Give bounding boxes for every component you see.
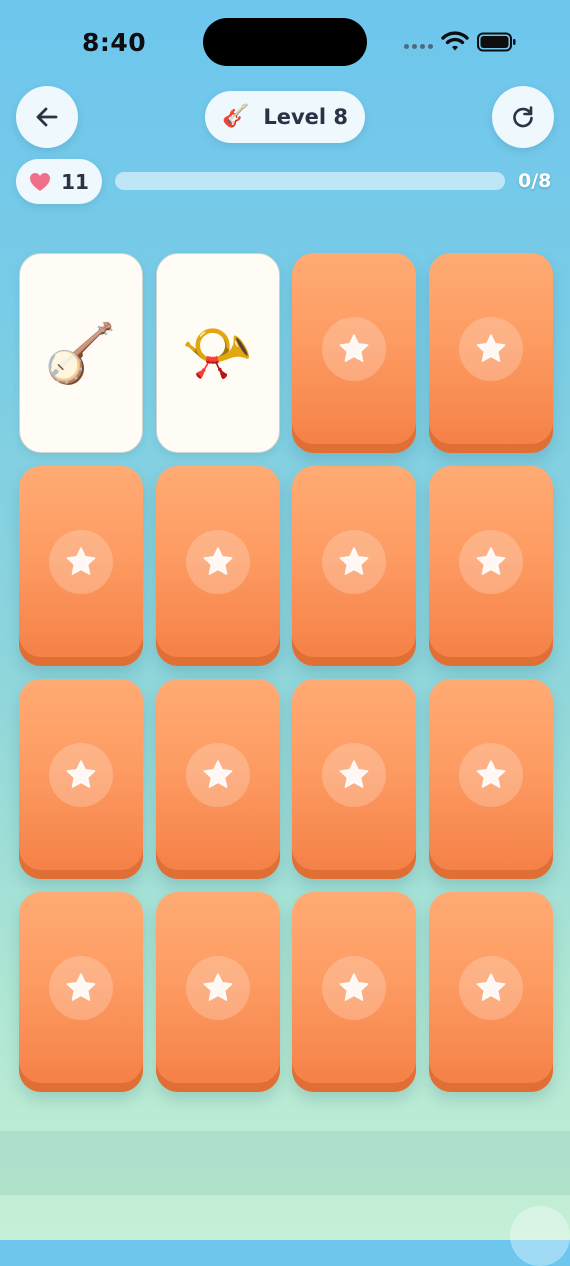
guitar-icon: 🎸: [221, 104, 250, 129]
dynamic-island: [203, 18, 367, 66]
star-icon: [66, 760, 96, 788]
card-back-emblem: [322, 743, 386, 807]
card-face-down[interactable]: [428, 679, 553, 879]
card-back-emblem: [49, 743, 113, 807]
card-back-emblem: [458, 530, 523, 594]
card-back-emblem: [49, 530, 113, 594]
star-icon: [339, 547, 369, 575]
card-face-down[interactable]: [292, 892, 416, 1092]
star-icon: [476, 547, 505, 575]
card-back-emblem: [49, 956, 113, 1020]
card-face-down[interactable]: [19, 466, 143, 666]
lives-counter: 11: [16, 159, 102, 204]
card-face-down[interactable]: [428, 466, 553, 666]
card-back-emblem: [322, 317, 386, 381]
card-face-down[interactable]: [428, 253, 553, 453]
level-indicator: 🎸 Level 8: [205, 91, 365, 143]
card-back-emblem: [185, 743, 250, 807]
card-face-up-postal-horn[interactable]: 📯: [155, 253, 280, 453]
star-icon: [339, 334, 369, 362]
card-face-down[interactable]: [19, 679, 143, 879]
card-face-down[interactable]: [292, 253, 416, 453]
card-back-emblem: [322, 530, 386, 594]
status-time: 8:40: [82, 28, 147, 57]
card-back-emblem: [322, 956, 386, 1020]
card-back-emblem: [458, 317, 523, 381]
star-icon: [66, 973, 96, 1001]
status-bar: 8:40: [0, 0, 570, 80]
card-face-down[interactable]: [155, 679, 280, 879]
star-icon: [476, 334, 505, 362]
card-back-emblem: [458, 956, 523, 1020]
star-icon: [476, 760, 505, 788]
match-progress-bar: [115, 172, 505, 190]
star-icon: [339, 973, 369, 1001]
star-icon: [203, 547, 232, 575]
restart-button[interactable]: [492, 86, 554, 148]
level-label: Level 8: [263, 105, 349, 129]
match-progress-text: 0/8: [518, 170, 552, 192]
card-face-down[interactable]: [292, 679, 416, 879]
back-button[interactable]: [16, 86, 78, 148]
card-face-up-banjo[interactable]: 🪕: [19, 253, 143, 453]
card-back-emblem: [185, 530, 250, 594]
battery-icon: [477, 32, 516, 52]
heart-icon: [30, 172, 51, 191]
card-face-down[interactable]: [19, 892, 143, 1092]
star-icon: [339, 760, 369, 788]
bottom-panel: [0, 1131, 570, 1195]
star-icon: [203, 973, 232, 1001]
card-face-down[interactable]: [428, 892, 553, 1092]
card-face-down[interactable]: [155, 892, 280, 1092]
refresh-icon: [513, 106, 533, 128]
postal-horn-icon: 📯: [181, 319, 254, 387]
arrow-left-icon: [36, 107, 58, 127]
card-back-emblem: [185, 956, 250, 1020]
card-face-down[interactable]: [292, 466, 416, 666]
wifi-icon: [441, 31, 469, 51]
star-icon: [476, 973, 505, 1001]
lives-count: 11: [61, 169, 89, 194]
cellular-signal-icon: [404, 44, 434, 50]
decorative-bubble: [510, 1206, 570, 1266]
banjo-icon: 🪕: [44, 319, 118, 387]
star-icon: [66, 547, 96, 575]
star-icon: [203, 760, 232, 788]
card-face-down[interactable]: [155, 466, 280, 666]
card-grid: 🪕 📯: [19, 253, 553, 1092]
card-back-emblem: [458, 743, 523, 807]
